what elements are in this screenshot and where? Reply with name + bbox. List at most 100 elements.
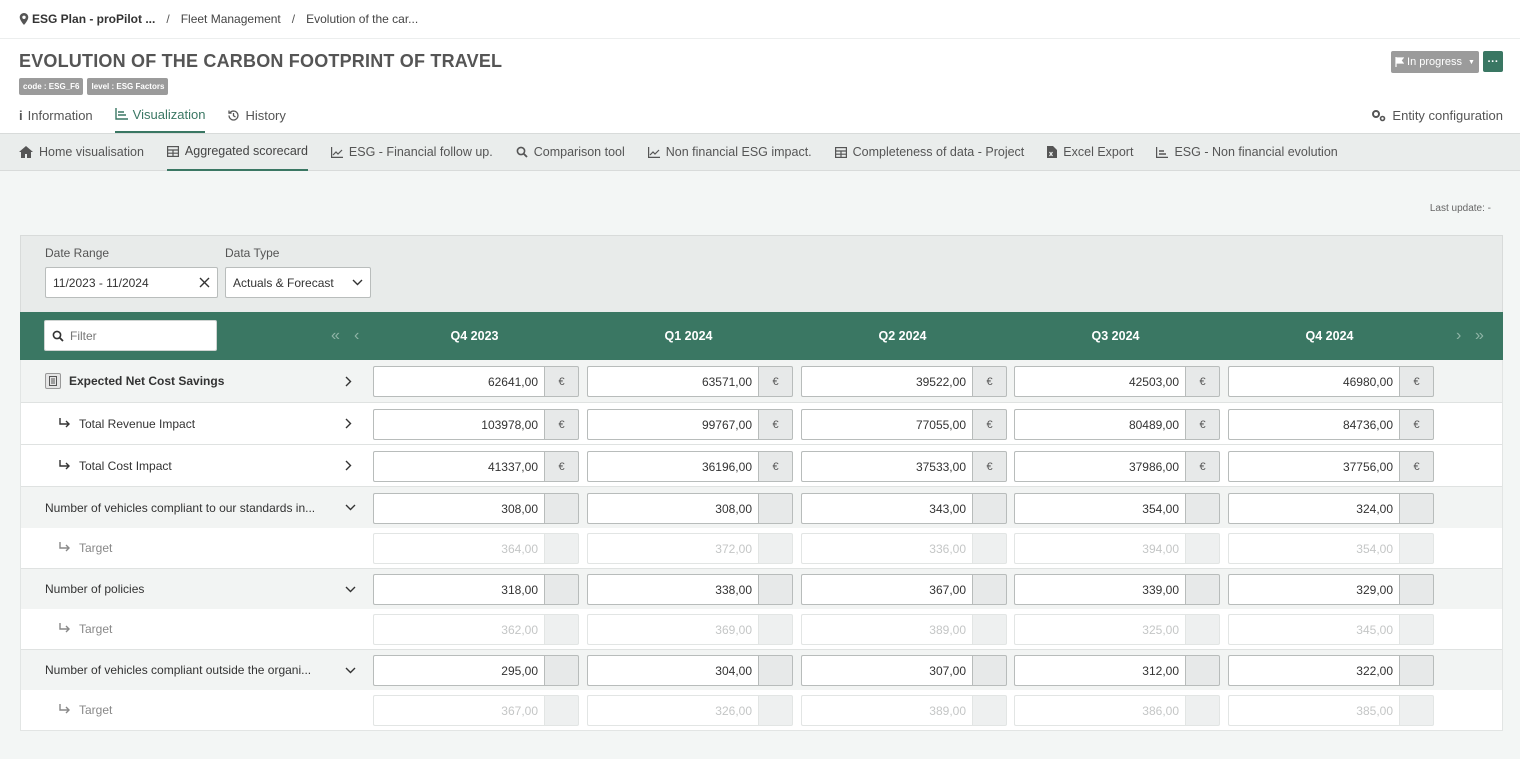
tab-information[interactable]: i Information: [19, 103, 93, 133]
chevron-right-icon[interactable]: [345, 403, 352, 444]
value-input[interactable]: 308,00: [373, 493, 544, 524]
value-cell[interactable]: 84736,00 €: [1228, 409, 1434, 440]
subtab-excel-export[interactable]: Excel Export: [1047, 134, 1133, 171]
value-input[interactable]: 329,00: [1228, 574, 1399, 605]
value-cell[interactable]: 339,00: [1014, 574, 1220, 605]
value-input[interactable]: 324,00: [1228, 493, 1399, 524]
value-cell[interactable]: 62641,00 €: [373, 366, 579, 397]
value-input[interactable]: 37756,00: [1228, 451, 1399, 482]
value-cell[interactable]: 41337,00 €: [373, 451, 579, 482]
subtab-label: Completeness of data - Project: [852, 145, 1025, 159]
value-input: 389,00: [801, 614, 972, 645]
home-icon: [19, 146, 33, 158]
more-actions-button[interactable]: ···: [1483, 51, 1503, 72]
subtab-non-financial-evolution[interactable]: ESG - Non financial evolution: [1156, 134, 1338, 171]
breadcrumb-item-plan[interactable]: ESG Plan - proPilot ...: [32, 12, 155, 26]
value-cell[interactable]: 338,00: [587, 574, 793, 605]
value-input[interactable]: 318,00: [373, 574, 544, 605]
subtab-non-financial-impact[interactable]: Non financial ESG impact.: [647, 134, 812, 171]
previous-period-icon[interactable]: ‹: [354, 326, 359, 346]
unit-addon: [1399, 655, 1434, 686]
history-icon: [228, 109, 240, 121]
value-input[interactable]: 367,00: [801, 574, 972, 605]
date-range-picker[interactable]: 11/2023 - 11/2024: [45, 267, 218, 298]
subtab-home-visualisation[interactable]: Home visualisation: [19, 134, 144, 171]
unit-addon: [972, 533, 1007, 564]
value-cell[interactable]: 63571,00 €: [587, 366, 793, 397]
value-input[interactable]: 339,00: [1014, 574, 1185, 605]
value-cell[interactable]: 354,00: [1014, 493, 1220, 524]
value-input[interactable]: 37533,00: [801, 451, 972, 482]
breadcrumb-item-fleet[interactable]: Fleet Management: [181, 12, 281, 26]
value-input[interactable]: 295,00: [373, 655, 544, 686]
value-input[interactable]: 103978,00: [373, 409, 544, 440]
tab-history[interactable]: History: [227, 103, 286, 133]
value-input[interactable]: 63571,00: [587, 366, 758, 397]
chevron-down-icon[interactable]: [345, 569, 356, 609]
chevron-down-icon[interactable]: [345, 487, 356, 528]
value-cell[interactable]: 77055,00 €: [801, 409, 1007, 440]
value-input[interactable]: 46980,00: [1228, 366, 1399, 397]
value-cell[interactable]: 312,00: [1014, 655, 1220, 686]
subtab-aggregated-scorecard[interactable]: Aggregated scorecard: [166, 134, 308, 171]
value-input[interactable]: 77055,00: [801, 409, 972, 440]
value-input[interactable]: 308,00: [587, 493, 758, 524]
value-cell[interactable]: 39522,00 €: [801, 366, 1007, 397]
chevron-right-icon[interactable]: [345, 445, 352, 486]
period-header: Q3 2024: [1091, 329, 1140, 343]
value-input[interactable]: 338,00: [587, 574, 758, 605]
value-cell[interactable]: 324,00: [1228, 493, 1434, 524]
chevron-right-icon[interactable]: [345, 360, 352, 402]
value-cell[interactable]: 367,00: [801, 574, 1007, 605]
value-input[interactable]: 84736,00: [1228, 409, 1399, 440]
clear-icon[interactable]: [199, 277, 210, 288]
value-input[interactable]: 99767,00: [587, 409, 758, 440]
value-cell[interactable]: 99767,00 €: [587, 409, 793, 440]
value-cell[interactable]: 36196,00 €: [587, 451, 793, 482]
unit-addon: [1185, 655, 1220, 686]
value-cell[interactable]: 103978,00 €: [373, 409, 579, 440]
value-cell[interactable]: 343,00: [801, 493, 1007, 524]
value-cell[interactable]: 295,00: [373, 655, 579, 686]
value-input[interactable]: 41337,00: [373, 451, 544, 482]
value-cell[interactable]: 37533,00 €: [801, 451, 1007, 482]
value-cell[interactable]: 307,00: [801, 655, 1007, 686]
value-input[interactable]: 62641,00: [373, 366, 544, 397]
value-cell[interactable]: 42503,00 €: [1014, 366, 1220, 397]
grid-filter-input[interactable]: Filter: [44, 320, 217, 351]
value-cell[interactable]: 318,00: [373, 574, 579, 605]
value-input[interactable]: 343,00: [801, 493, 972, 524]
status-dropdown-button[interactable]: In progress ▼: [1391, 51, 1479, 73]
value-cell[interactable]: 308,00: [587, 493, 793, 524]
value-input[interactable]: 42503,00: [1014, 366, 1185, 397]
value-input[interactable]: 36196,00: [587, 451, 758, 482]
last-period-icon[interactable]: »: [1475, 326, 1484, 346]
value-input[interactable]: 322,00: [1228, 655, 1399, 686]
next-period-icon[interactable]: ›: [1456, 326, 1461, 346]
return-arrow-icon: [59, 417, 71, 431]
value-input[interactable]: 80489,00: [1014, 409, 1185, 440]
value-input[interactable]: 304,00: [587, 655, 758, 686]
value-cell[interactable]: 37756,00 €: [1228, 451, 1434, 482]
value-input[interactable]: 37986,00: [1014, 451, 1185, 482]
value-input[interactable]: 39522,00: [801, 366, 972, 397]
value-input[interactable]: 312,00: [1014, 655, 1185, 686]
data-type-select[interactable]: Actuals & Forecast: [225, 267, 371, 298]
unit-addon: [544, 574, 579, 605]
chevron-down-icon[interactable]: [345, 650, 356, 690]
tab-visualization[interactable]: Visualization: [114, 103, 206, 133]
value-cell[interactable]: 329,00: [1228, 574, 1434, 605]
value-cell[interactable]: 37986,00 €: [1014, 451, 1220, 482]
entity-configuration-link[interactable]: Entity configuration: [1371, 108, 1503, 123]
subtab-comparison-tool[interactable]: Comparison tool: [516, 134, 625, 171]
subtab-financial-follow-up[interactable]: ESG - Financial follow up.: [330, 134, 493, 171]
value-cell[interactable]: 322,00: [1228, 655, 1434, 686]
first-period-icon[interactable]: «: [331, 326, 340, 346]
value-cell[interactable]: 304,00: [587, 655, 793, 686]
value-cell[interactable]: 46980,00 €: [1228, 366, 1434, 397]
value-input[interactable]: 307,00: [801, 655, 972, 686]
value-input[interactable]: 354,00: [1014, 493, 1185, 524]
value-cell[interactable]: 80489,00 €: [1014, 409, 1220, 440]
value-cell[interactable]: 308,00: [373, 493, 579, 524]
subtab-completeness-of-data[interactable]: Completeness of data - Project: [834, 134, 1025, 171]
